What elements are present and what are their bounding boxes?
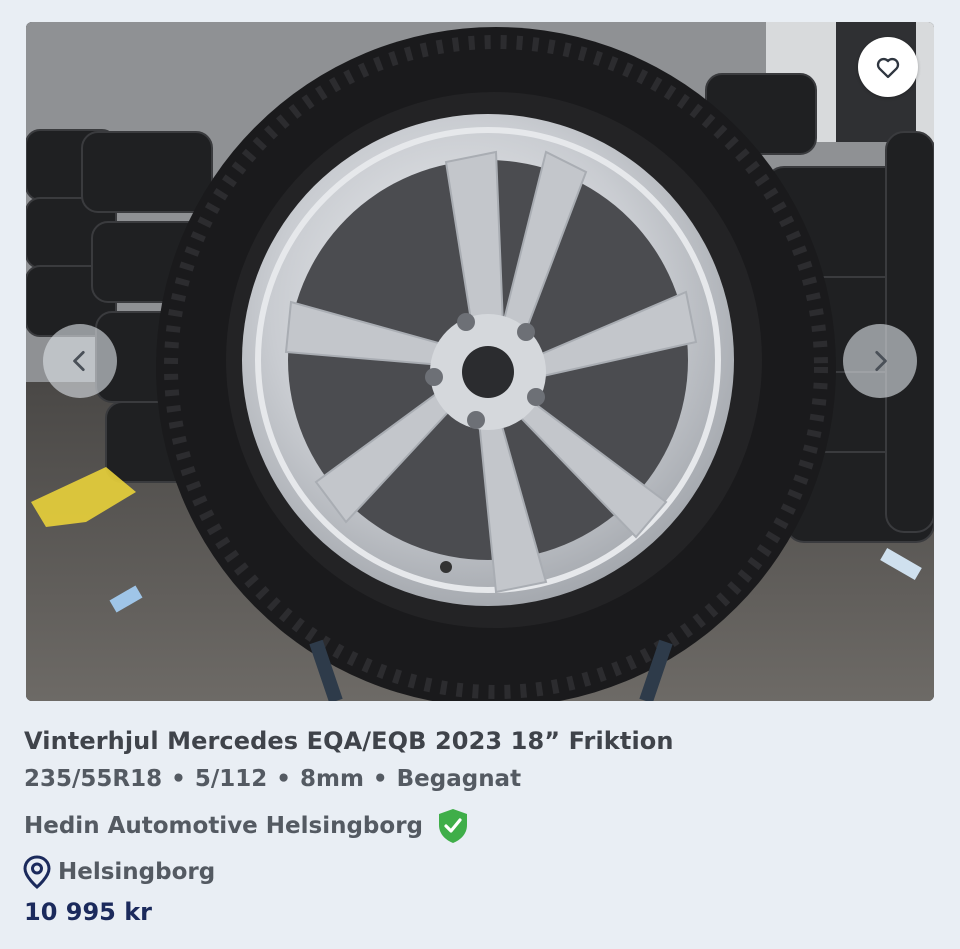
spec-separator: •: [171, 766, 186, 792]
spec-tire-size: 235/55R18: [24, 766, 163, 792]
spec-tread-depth: 8mm: [299, 766, 364, 792]
chevron-right-icon: [875, 350, 887, 372]
heart-outline-icon: [876, 57, 900, 79]
location-name: Helsingborg: [58, 859, 216, 885]
seller-name[interactable]: Hedin Automotive Helsingborg: [24, 813, 423, 839]
spec-separator: •: [372, 766, 388, 792]
listing-photo: [26, 22, 934, 701]
verified-shield-check-icon: [439, 809, 468, 843]
location-row: Helsingborg: [22, 855, 215, 889]
spec-separator: •: [276, 766, 291, 792]
spec-condition: Begagnat: [396, 766, 522, 792]
spec-bolt-pattern: 5/112: [194, 766, 268, 792]
chevron-left-icon: [73, 350, 85, 372]
seller-row: Hedin Automotive Helsingborg: [24, 808, 469, 844]
image-gallery[interactable]: [26, 22, 934, 701]
previous-image-button[interactable]: [43, 324, 117, 398]
favorite-button[interactable]: [858, 37, 918, 97]
listing-card[interactable]: Vinterhjul Mercedes EQA/EQB 2023 18” Fri…: [0, 0, 960, 949]
map-pin-icon: [23, 855, 51, 889]
listing-specs: 235/55R18 • 5/112 • 8mm • Begagnat: [24, 766, 521, 792]
next-image-button[interactable]: [843, 324, 917, 398]
listing-title[interactable]: Vinterhjul Mercedes EQA/EQB 2023 18” Fri…: [24, 727, 674, 755]
listing-price: 10 995 kr: [24, 898, 153, 926]
